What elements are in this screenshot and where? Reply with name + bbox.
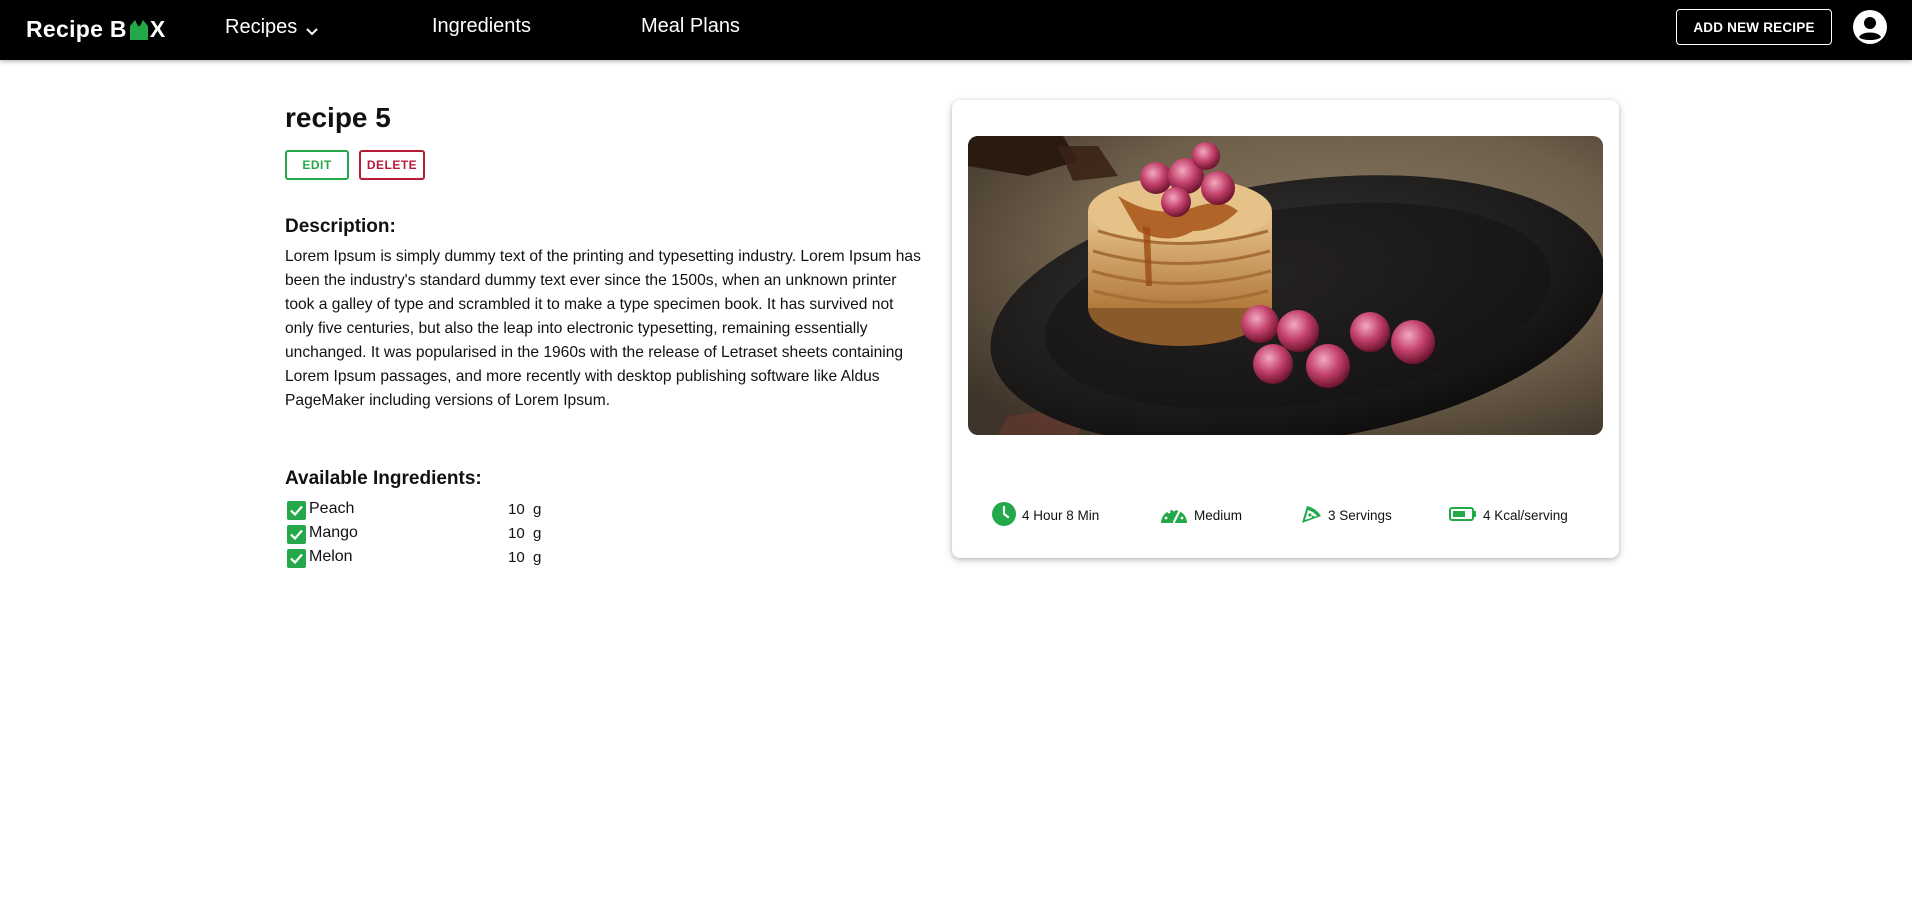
ingredient-quantity: 10 g [508, 525, 542, 542]
checkbox-checked-icon[interactable] [287, 525, 306, 544]
checkbox-checked-icon[interactable] [287, 549, 306, 568]
speedometer-icon [1160, 503, 1194, 528]
ingredient-row: Peach 10 g [285, 498, 585, 522]
pizza-slice-icon [1300, 503, 1328, 528]
stat-difficulty-label: Medium [1194, 507, 1243, 523]
nav-recipes-label: Recipes [225, 16, 298, 38]
ingredient-row: Mango 10 g [285, 522, 585, 546]
nav-recipes-dropdown[interactable]: Recipes [225, 16, 319, 39]
brand-text-part1: Recipe B [26, 15, 127, 42]
description-text: Lorem Ipsum is simply dummy text of the … [285, 248, 921, 409]
ingredients-list: Peach 10 g Mango 10 g Melon 10 g [285, 498, 585, 570]
stat-calories-label: 4 Kcal/serving [1483, 507, 1568, 523]
clock-icon [992, 501, 1022, 529]
ingredient-quantity: 10 g [508, 501, 542, 518]
stat-servings-label: 3 Servings [1328, 507, 1392, 523]
stat-time-label: 4 Hour 8 Min [1022, 507, 1100, 523]
ingredient-name: Peach [309, 500, 355, 517]
ingredient-name: Mango [309, 524, 358, 541]
chevron-down-icon [305, 21, 319, 35]
add-new-recipe-button[interactable]: ADD NEW RECIPE [1676, 9, 1832, 45]
brand-logo[interactable]: Recipe B X [26, 13, 165, 45]
stat-servings: 3 Servings [1300, 500, 1392, 530]
ingredient-quantity: 10 g [508, 549, 542, 566]
stat-difficulty: Medium [1160, 500, 1242, 530]
nav-meal-plans-link[interactable]: Meal Plans [641, 15, 740, 38]
recipe-card: 4 Hour 8 Min Medium 3 Servings 4 Kcal/se… [952, 100, 1619, 558]
recipe-photo[interactable] [968, 136, 1603, 435]
top-navbar: Recipe B X Recipes Ingredients Meal Plan… [0, 0, 1912, 60]
brand-text-part2: X [149, 15, 166, 42]
ingredients-heading: Available Ingredients: [285, 468, 482, 489]
checkbox-checked-icon[interactable] [287, 501, 306, 520]
nav-ingredients-link[interactable]: Ingredients [432, 15, 531, 38]
edit-button[interactable]: EDIT [285, 150, 349, 180]
ingredient-row: Melon 10 g [285, 546, 585, 570]
box-icon [129, 18, 149, 40]
recipe-stats: 4 Hour 8 Min Medium 3 Servings 4 Kcal/se… [952, 500, 1619, 530]
recipe-title: recipe 5 [285, 102, 391, 133]
stat-calories: 4 Kcal/serving [1449, 500, 1568, 530]
delete-button[interactable]: DELETE [359, 150, 425, 180]
account-circle-icon[interactable] [1853, 10, 1887, 44]
stat-time: 4 Hour 8 Min [992, 500, 1099, 530]
battery-icon [1449, 506, 1483, 525]
ingredient-name: Melon [309, 548, 353, 565]
description-heading: Description: [285, 216, 396, 237]
